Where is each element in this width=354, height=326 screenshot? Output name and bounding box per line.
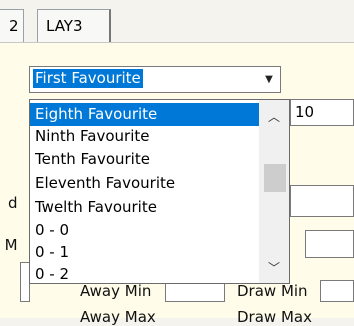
- list-item[interactable]: 0 - 0: [30, 219, 259, 242]
- tab-2[interactable]: 2: [0, 9, 24, 42]
- list-item[interactable]: Tenth Favourite: [30, 148, 259, 171]
- draw-min-field[interactable]: [320, 280, 354, 302]
- list-item-label: 0 - 2: [35, 265, 70, 283]
- numeric-field-value: 10: [295, 103, 315, 121]
- chevron-down-icon[interactable]: ﹀: [259, 257, 289, 279]
- chevron-down-icon[interactable]: ▼: [262, 73, 276, 87]
- list-item[interactable]: Ninth Favourite: [30, 125, 259, 148]
- list-item[interactable]: Eleventh Favourite: [30, 172, 259, 195]
- list-item[interactable]: 0 - 2: [30, 263, 259, 283]
- draw-min-label: Draw Min: [237, 282, 308, 300]
- numeric-field[interactable]: 10: [290, 99, 354, 126]
- away-max-label: Away Max: [80, 308, 156, 326]
- away-min-label: Away Min: [80, 282, 152, 300]
- list-item[interactable]: Eighth Favourite: [30, 103, 259, 126]
- list-item-label: Eleventh Favourite: [35, 174, 176, 192]
- list-item[interactable]: 0 - 1: [30, 241, 259, 264]
- tab-label: LAY3: [46, 17, 83, 35]
- list-item-label: Eighth Favourite: [35, 105, 158, 123]
- tab-lay3[interactable]: LAY3: [37, 9, 111, 42]
- text-field[interactable]: [290, 185, 354, 217]
- field-label: t M: [0, 236, 18, 254]
- scrollbar-thumb[interactable]: [264, 164, 286, 192]
- list-item-label: 0 - 1: [35, 243, 70, 261]
- tab-label: 2: [9, 17, 19, 35]
- list-item-label: 0 - 0: [35, 221, 70, 239]
- field-label: d: [8, 194, 18, 212]
- list-item-label: Ninth Favourite: [35, 127, 150, 145]
- favourite-select-value: First Favourite: [32, 68, 144, 89]
- chevron-up-icon[interactable]: ︿: [259, 106, 289, 128]
- dropdown-scrollbar[interactable]: ︿ ﹀: [259, 100, 289, 283]
- favourite-dropdown-list: Eighth Favourite Ninth Favourite Tenth F…: [29, 99, 290, 284]
- text-field[interactable]: [305, 230, 354, 258]
- tab-strip: 2 LAY3: [0, 0, 354, 46]
- list-item[interactable]: Twelth Favourite: [30, 196, 259, 219]
- favourite-select[interactable]: First Favourite ▼: [29, 66, 281, 93]
- draw-max-label: Draw Max: [237, 308, 312, 326]
- list-item-label: Twelth Favourite: [35, 198, 157, 216]
- list-item-label: Tenth Favourite: [35, 150, 150, 168]
